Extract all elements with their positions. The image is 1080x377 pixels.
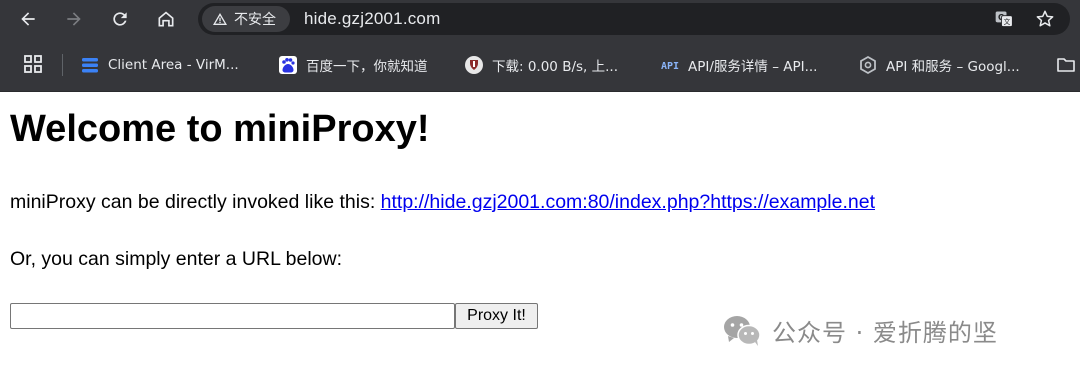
example-link[interactable]: http://hide.gzj2001.com:80/index.php?htt… — [381, 191, 875, 213]
apps-grid-icon[interactable] — [23, 54, 43, 74]
watermark-text: 公众号 · 爱折腾的坚 — [772, 319, 998, 347]
bookmark-label: Client Area - VirM... — [108, 57, 239, 73]
back-arrow-icon — [21, 12, 35, 26]
intro-text: miniProxy can be directly invoked like t… — [10, 191, 381, 213]
bookmarks-divider — [62, 54, 63, 76]
bookmark-label: 下载: 0.00 B/s, 上... — [492, 59, 618, 75]
bookmark-label: API 和服务 – Googl... — [886, 59, 1020, 75]
url-text[interactable]: hide.gzj2001.com — [304, 9, 440, 29]
bookmark-folder[interactable] — [1056, 52, 1076, 78]
instruction-text: Or, you can simply enter a URL below: — [10, 248, 343, 270]
home-button[interactable] — [152, 5, 180, 33]
proxy-submit-button[interactable]: Proxy It! — [455, 303, 538, 329]
url-input[interactable] — [10, 303, 455, 329]
svg-text:API: API — [661, 61, 679, 72]
stack-icon — [80, 55, 100, 75]
back-button[interactable] — [14, 5, 42, 33]
forward-arrow-icon — [67, 12, 81, 26]
bookmark-label: 百度一下，你就知道 — [306, 59, 428, 75]
star-icon[interactable] — [1035, 9, 1055, 29]
browser-toolbar: 不安全 hide.gzj2001.com G文 — [0, 0, 1080, 38]
folder-icon — [1056, 55, 1076, 75]
svg-text:文: 文 — [1004, 17, 1011, 26]
bookmarks-bar: Client Area - VirM... 百度一下，你就知道 下载: 0.00… — [0, 38, 1080, 92]
bookmark-client-area[interactable]: Client Area - VirM... — [80, 52, 239, 78]
api-icon: API — [660, 55, 680, 75]
forward-button[interactable] — [60, 5, 88, 33]
wechat-icon — [722, 314, 762, 348]
translate-icon[interactable]: G文 — [994, 9, 1014, 29]
bookmark-baidu[interactable]: 百度一下，你就知道 — [278, 52, 428, 78]
bookmark-label: API/服务详情 – API... — [688, 59, 818, 75]
bookmark-api-detail[interactable]: API API/服务详情 – API... — [660, 52, 818, 78]
download-client-icon — [464, 55, 484, 75]
bookmark-download-client[interactable]: 下载: 0.00 B/s, 上... — [464, 52, 618, 78]
bookmark-google-api[interactable]: API 和服务 – Googl... — [858, 52, 1020, 78]
watermark: 公众号 · 爱折腾的坚 — [722, 313, 998, 348]
paw-icon — [278, 55, 298, 75]
page-title: Welcome to miniProxy! — [10, 108, 430, 150]
security-indicator[interactable]: 不安全 — [202, 6, 290, 32]
reload-button[interactable] — [106, 5, 134, 33]
intro-paragraph: miniProxy can be directly invoked like t… — [10, 191, 875, 214]
hexagon-icon — [858, 55, 878, 75]
security-label: 不安全 — [234, 12, 276, 28]
warning-triangle-icon — [212, 11, 228, 27]
address-bar[interactable]: 不安全 hide.gzj2001.com G文 — [198, 3, 1070, 35]
home-icon — [158, 11, 174, 27]
reload-icon — [113, 12, 127, 26]
